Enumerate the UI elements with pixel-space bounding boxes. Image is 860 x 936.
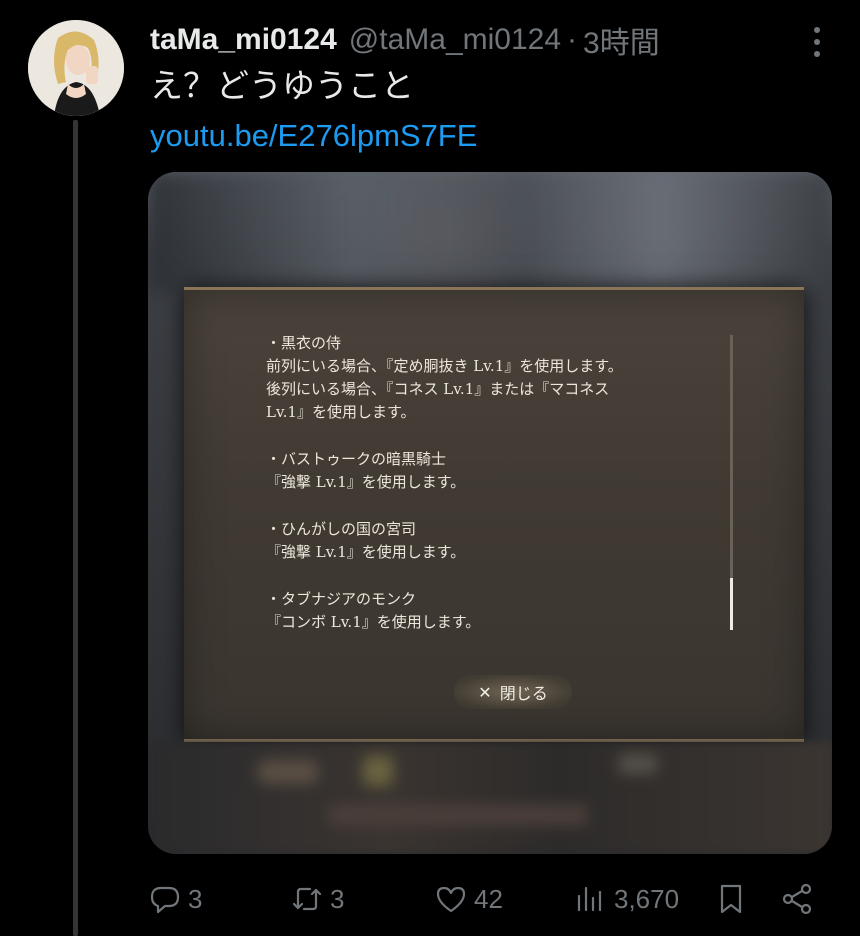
blurred-background: [148, 172, 832, 292]
bookmark-button[interactable]: [714, 876, 748, 922]
dialog-line: 前列にいる場合、『定め胴抜き Lv.1』を使用します。: [266, 357, 623, 375]
timestamp[interactable]: 3時間: [583, 18, 660, 62]
views-icon: [577, 886, 602, 912]
heart-icon: [436, 886, 466, 913]
like-button[interactable]: 42: [434, 876, 503, 922]
action-bar: 3 3 42 3,670: [148, 876, 828, 922]
share-icon: [782, 883, 812, 915]
close-icon: ✕: [478, 682, 492, 702]
tweet-text: え？どうゆうこと: [150, 67, 414, 104]
reply-icon: [150, 886, 180, 914]
dialog-line: 『強撃 Lv.1』を使用します。: [266, 543, 466, 561]
dialog-line: 『コンボ Lv.1』を使用します。: [266, 613, 481, 631]
thread-line: [73, 120, 78, 936]
dialog-entry: ・バストゥークの暗黒騎士 『強撃 Lv.1』を使用します。: [266, 448, 736, 494]
dialog-entry: ・ひんがしの国の宮司 『強撃 Lv.1』を使用します。: [266, 518, 736, 564]
separator-dot: ·: [567, 23, 578, 56]
dialog-scrollbar-thumb: [730, 578, 733, 630]
blur-shape: [328, 804, 588, 826]
dialog-line: ・ひんがしの国の宮司: [266, 520, 417, 538]
avatar[interactable]: [28, 20, 124, 116]
repost-count: 3: [330, 883, 345, 914]
reply-count: 3: [188, 883, 203, 914]
blurred-footer: [148, 742, 832, 854]
tweet: taMa_mi0124 @taMa_mi0124 · 3時間 え？どうゆうこと …: [0, 0, 860, 936]
blur-shape: [363, 756, 393, 786]
avatar-image: [28, 20, 124, 116]
dialog-line: 後列にいる場合、『コネス Lv.1』または『マコネス: [266, 380, 610, 398]
user-handle[interactable]: @taMa_mi0124: [349, 23, 561, 57]
share-button[interactable]: [780, 876, 814, 922]
view-count: 3,670: [614, 883, 680, 914]
blur-shape: [258, 760, 318, 784]
dialog-line: Lv.1』を使用します。: [266, 403, 416, 421]
like-count: 42: [474, 883, 503, 914]
dialog-entry: ・黒衣の侍 前列にいる場合、『定め胴抜き Lv.1』を使用します。 後列にいる場…: [266, 332, 736, 424]
more-options-icon[interactable]: [802, 22, 832, 62]
views-button[interactable]: 3,670: [574, 876, 679, 922]
tweet-header: taMa_mi0124 @taMa_mi0124 · 3時間: [150, 18, 770, 62]
blur-shape: [618, 754, 658, 774]
dialog-line: ・タブナジアのモンク: [266, 590, 417, 608]
tweet-link[interactable]: youtu.be/E276lpmS7FE: [150, 115, 477, 157]
dialog-text: ・黒衣の侍 前列にいる場合、『定め胴抜き Lv.1』を使用します。 後列にいる場…: [266, 332, 736, 658]
repost-button[interactable]: 3: [290, 876, 344, 922]
dialog-entry: ・タブナジアのモンク 『コンボ Lv.1』を使用します。: [266, 588, 736, 634]
reply-button[interactable]: 3: [148, 876, 202, 922]
repost-icon: [292, 887, 322, 911]
dialog-line: 『強撃 Lv.1』を使用します。: [266, 473, 466, 491]
close-label: 閉じる: [499, 684, 548, 703]
game-dialog: ・黒衣の侍 前列にいる場合、『定め胴抜き Lv.1』を使用します。 後列にいる場…: [184, 287, 804, 742]
bookmark-icon: [720, 884, 742, 914]
dialog-close-button: ✕ 閉じる: [454, 675, 572, 709]
display-name[interactable]: taMa_mi0124: [150, 23, 337, 57]
media-image[interactable]: ・黒衣の侍 前列にいる場合、『定め胴抜き Lv.1』を使用します。 後列にいる場…: [148, 172, 832, 854]
dialog-line: ・黒衣の侍: [266, 334, 342, 352]
dialog-line: ・バストゥークの暗黒騎士: [266, 450, 447, 468]
